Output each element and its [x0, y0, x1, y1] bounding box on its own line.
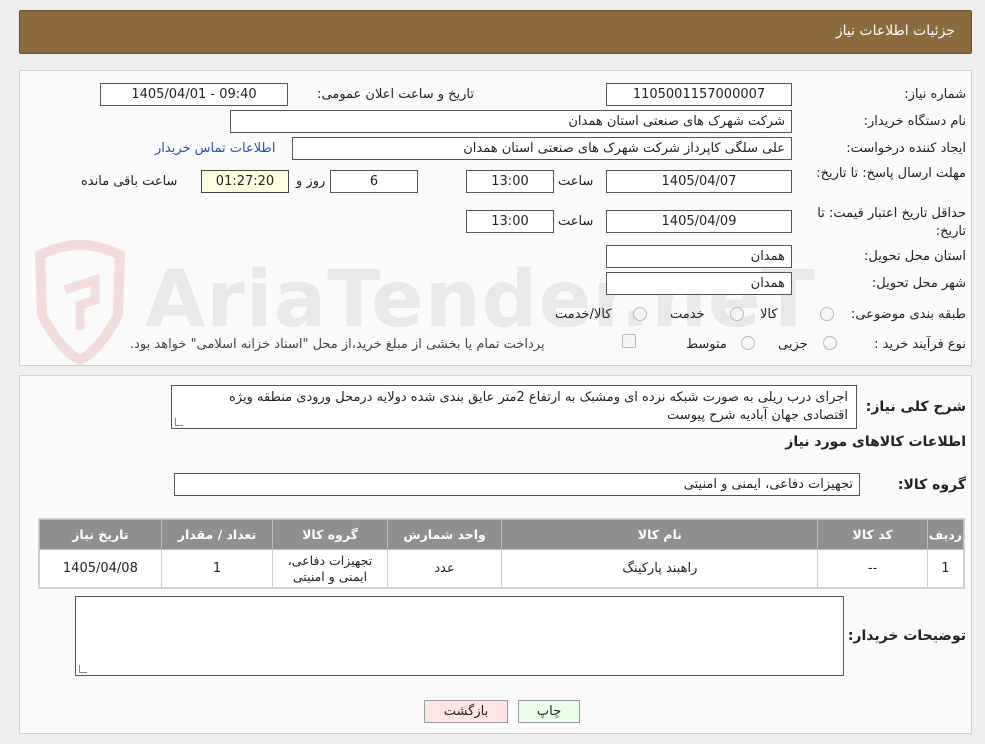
process-medium-label: متوسط [686, 337, 727, 352]
cell-row-number: 1 [926, 549, 965, 588]
page-title: جزئیات اطلاعات نیاز [835, 23, 955, 39]
buyer-org-label: نام دستگاه خریدار: [863, 114, 966, 129]
buyer-notes-label: توضیحات خریدار: [847, 628, 966, 644]
treasury-payment-note: پرداخت تمام یا بخشی از مبلغ خرید،از محل … [130, 337, 545, 352]
col-header-row-number: ردیف [926, 519, 965, 550]
buyer-contact-link[interactable]: اطلاعات تماس خریدار [155, 141, 275, 156]
category-label: طبقه بندی موضوعی: [850, 307, 966, 322]
announce-field: 1405/04/01 - 09:40 [100, 83, 288, 106]
col-header-goods-group: گروه کالا [272, 519, 388, 550]
remaining-time-field: 01:27:20 [201, 170, 289, 193]
description-text: اجرای درب ریلی به صورت شبکه نرده ای ومشب… [229, 390, 848, 423]
cell-need-date: 1405/04/08 [39, 549, 162, 588]
buyer-notes-textarea[interactable] [75, 596, 844, 676]
category-goods-label: کالا [760, 307, 778, 322]
category-service-radio[interactable] [730, 307, 744, 321]
validity-time-label: ساعت [558, 214, 594, 229]
process-partial-label: جزیی [778, 337, 808, 352]
print-button[interactable]: چاپ [518, 700, 580, 723]
category-goods-radio[interactable] [820, 307, 834, 321]
validity-date-field: 1405/04/09 [606, 210, 792, 233]
cell-unit: عدد [386, 549, 503, 588]
goods-group-field: تجهیزات دفاعی، ایمنی و امنیتی [174, 473, 860, 496]
resize-grip-icon[interactable] [79, 665, 87, 673]
goods-group-label: گروه کالا: [897, 477, 966, 493]
items-table: ردیف کد کالا نام کالا واحد شمارش گروه کا… [39, 519, 965, 588]
days-field: 6 [330, 170, 418, 193]
need-number-field: 1105001157000007 [606, 83, 792, 106]
col-header-goods-code: کد کالا [817, 519, 928, 550]
description-textarea[interactable]: اجرای درب ریلی به صورت شبکه نرده ای ومشب… [171, 385, 857, 429]
remaining-label: ساعت باقی مانده [81, 174, 178, 189]
process-label: نوع فرآیند خرید : [874, 337, 966, 352]
back-button[interactable]: بازگشت [424, 700, 508, 723]
col-header-need-date: تاریخ نیاز [39, 519, 162, 550]
process-partial-radio[interactable] [823, 336, 837, 350]
items-table-header-row: ردیف کد کالا نام کالا واحد شمارش گروه کا… [39, 519, 965, 550]
col-header-goods-name: نام کالا [501, 519, 819, 550]
buyer-org-field: شرکت شهرک های صنعتی استان همدان [230, 110, 792, 133]
city-label: شهر محل تحویل: [871, 276, 966, 291]
city-field: همدان [606, 272, 792, 295]
cell-quantity: 1 [160, 549, 274, 588]
requester-field: علی سلگی کاپرداز شرکت شهرک های صنعتی است… [292, 137, 792, 160]
cell-goods-code: -- [817, 549, 928, 588]
process-medium-radio[interactable] [741, 336, 755, 350]
page-header: جزئیات اطلاعات نیاز [19, 10, 972, 54]
category-goods-service-label: کالا/خدمت [555, 307, 612, 322]
days-label: روز و [296, 174, 326, 189]
category-service-label: خدمت [670, 307, 705, 322]
cell-goods-group: تجهیزات دفاعی، ایمنی و امنیتی [272, 549, 388, 588]
province-field: همدان [606, 245, 792, 268]
category-goods-service-radio[interactable] [633, 307, 647, 321]
deadline-time-field: 13:00 [466, 170, 554, 193]
deadline-time-label: ساعت [558, 174, 594, 189]
announce-label: تاریخ و ساعت اعلان عمومی: [317, 87, 474, 102]
province-label: استان محل تحویل: [864, 249, 966, 264]
validity-time-field: 13:00 [466, 210, 554, 233]
deadline-date-field: 1405/04/07 [606, 170, 792, 193]
treasury-payment-checkbox[interactable] [622, 334, 636, 348]
validity-label: حداقل تاریخ اعتبار قیمت: تا تاریخ: [817, 206, 966, 239]
description-label: شرح کلی نیاز: [865, 399, 966, 415]
need-number-label: شماره نیاز: [904, 87, 966, 102]
requester-label: ایجاد کننده درخواست: [846, 141, 966, 156]
cell-goods-name: راهبند پارکینگ [501, 549, 819, 588]
col-header-quantity: تعداد / مقدار [160, 519, 274, 550]
col-header-unit: واحد شمارش [386, 519, 503, 550]
items-table-wrapper: ردیف کد کالا نام کالا واحد شمارش گروه کا… [38, 518, 965, 589]
table-row: 1 -- راهبند پارکینگ عدد تجهیزات دفاعی، ا… [39, 549, 965, 588]
deadline-label: مهلت ارسال پاسخ: تا تاریخ: [816, 166, 966, 181]
goods-info-title: اطلاعات کالاهای مورد نیاز [785, 434, 966, 450]
resize-grip-icon[interactable] [175, 418, 183, 426]
